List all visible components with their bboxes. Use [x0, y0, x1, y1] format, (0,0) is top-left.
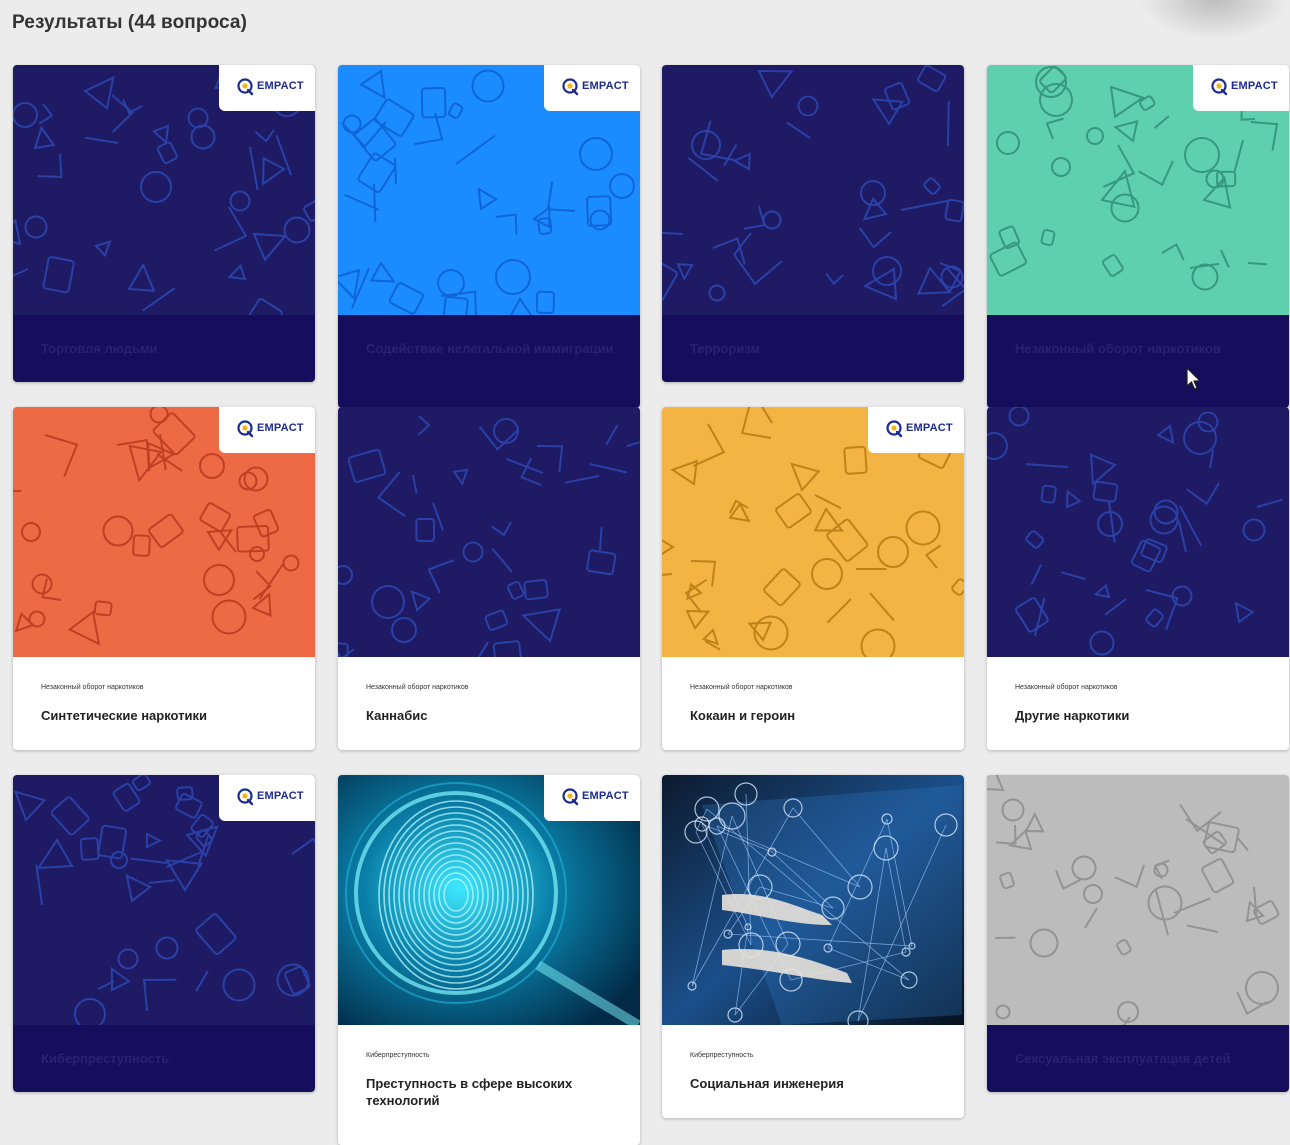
card-footer: Киберпреступность Преступность в сфере вы… — [338, 1025, 640, 1145]
card-footer: Незаконный оборот наркотиков Синтетически… — [13, 657, 315, 750]
mouse-cursor-icon — [1186, 367, 1202, 390]
card-title[interactable]: Синтетические наркотики — [41, 707, 291, 724]
empact-logo-icon — [237, 420, 254, 438]
result-card[interactable]: Незаконный оборот наркотиков Каннабис — [338, 407, 640, 750]
empact-badge: EMPACT — [219, 65, 315, 111]
card-title[interactable]: Каннабис — [366, 707, 616, 724]
card-title[interactable]: Другие наркотики — [1015, 707, 1265, 724]
card-footer: Незаконный оборот наркотиков — [987, 315, 1289, 408]
empact-logo-icon — [237, 78, 254, 96]
other-drugs-pattern — [987, 407, 1289, 657]
card-category: Киберпреступность — [366, 1052, 430, 1059]
empact-badge: EMPACT — [544, 775, 640, 821]
empact-badge: EMPACT — [1193, 65, 1289, 111]
badge-label: EMPACT — [1231, 80, 1278, 92]
card-title[interactable]: Содействие нелегальной иммиграции — [366, 341, 614, 356]
card-footer: Незаконный оборот наркотиков Кокаин и гер… — [662, 657, 964, 750]
card-footer: Киберпреступность — [13, 1025, 315, 1092]
empact-badge: EMPACT — [219, 775, 315, 821]
card-footer: Киберпреступность Социальная инженерия — [662, 1025, 964, 1118]
card-footer: Терроризм — [662, 315, 964, 382]
card-category: Незаконный оборот наркотиков — [1015, 684, 1118, 691]
empact-badge: EMPACT — [219, 407, 315, 453]
empact-logo-icon — [237, 788, 254, 806]
empact-logo-icon — [886, 420, 903, 438]
result-card[interactable]: EMPACT Торговля людьми — [13, 65, 315, 382]
card-category: Киберпреступность — [690, 1052, 754, 1059]
empact-logo-icon — [1211, 78, 1228, 96]
card-category: Незаконный оборот наркотиков — [366, 684, 469, 691]
result-card[interactable]: EMPACT Киберпреступность — [13, 775, 315, 1092]
card-footer: Незаконный оборот наркотиков Каннабис — [338, 657, 640, 750]
badge-label: EMPACT — [582, 80, 629, 92]
result-card[interactable]: EMPACT Незаконный оборот наркотиков Кокаин… — [662, 407, 964, 750]
card-title[interactable]: Киберпреступность — [41, 1051, 169, 1066]
empact-badge: EMPACT — [544, 65, 640, 111]
card-title[interactable]: Преступность в сфере высоких технологий — [366, 1075, 616, 1109]
network-photo — [662, 775, 964, 1025]
card-footer: Незаконный оборот наркотиков Другие нарко… — [987, 657, 1289, 750]
empact-logo-icon — [562, 788, 579, 806]
result-card[interactable]: EMPACT Незаконный оборот наркотиков Синтет… — [13, 407, 315, 750]
empact-badge: EMPACT — [868, 407, 964, 453]
cannabis-pattern — [338, 407, 640, 657]
result-card[interactable]: EMPACT Содействие нелегальной иммиграции — [338, 65, 640, 408]
result-card[interactable]: Сексуальная эксплуатация детей — [987, 775, 1289, 1092]
card-footer: Сексуальная эксплуатация детей — [987, 1025, 1289, 1092]
result-card[interactable]: Незаконный оборот наркотиков Другие нарко… — [987, 407, 1289, 750]
card-footer: Торговля людьми — [13, 315, 315, 382]
badge-label: EMPACT — [257, 790, 304, 802]
card-title[interactable]: Социальная инженерия — [690, 1075, 940, 1092]
card-title[interactable]: Торговля людьми — [41, 341, 158, 356]
empact-logo-icon — [562, 78, 579, 96]
result-card[interactable]: Киберпреступность Социальная инженерия — [662, 775, 964, 1118]
result-card[interactable]: Терроризм — [662, 65, 964, 382]
card-category: Незаконный оборот наркотиков — [41, 684, 144, 691]
child-exploitation-pattern — [987, 775, 1289, 1025]
badge-label: EMPACT — [257, 422, 304, 434]
card-title[interactable]: Терроризм — [690, 341, 760, 356]
result-card[interactable]: EMPACT Киберпреступность Преступность в сф… — [338, 775, 640, 1145]
card-title[interactable]: Незаконный оборот наркотиков — [1015, 341, 1221, 356]
card-footer: Содействие нелегальной иммиграции — [338, 315, 640, 408]
terrorism-pattern — [662, 65, 964, 315]
results-grid: EMPACT Торговля людьми EMPACT Содействие н… — [0, 0, 1290, 1145]
card-category: Незаконный оборот наркотиков — [690, 684, 793, 691]
card-title[interactable]: Кокаин и героин — [690, 707, 940, 724]
badge-label: EMPACT — [257, 80, 304, 92]
badge-label: EMPACT — [582, 790, 629, 802]
result-card[interactable]: EMPACT Незаконный оборот наркотиков — [987, 65, 1289, 408]
card-title[interactable]: Сексуальная эксплуатация детей — [1015, 1051, 1231, 1066]
badge-label: EMPACT — [906, 422, 953, 434]
